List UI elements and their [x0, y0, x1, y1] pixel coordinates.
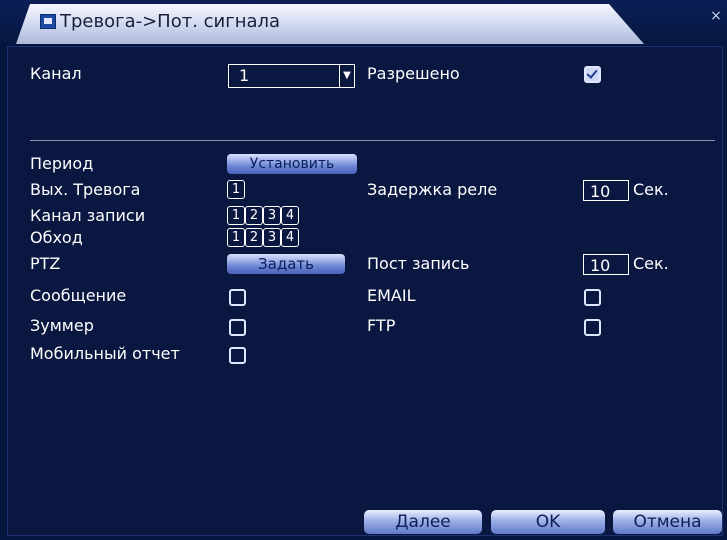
buzzer-checkbox[interactable]: [229, 319, 246, 336]
cancel-button[interactable]: Отмена: [613, 510, 722, 534]
tour-label: Обход: [30, 228, 83, 247]
ftp-checkbox[interactable]: [584, 319, 601, 336]
record-channel-label: Канал записи: [30, 206, 146, 225]
post-record-input[interactable]: 10: [583, 254, 629, 275]
mobile-report-label: Мобильный отчет: [30, 344, 180, 363]
record-channel-3[interactable]: 3: [263, 206, 281, 225]
advanced-button[interactable]: Далее: [364, 510, 482, 534]
message-checkbox[interactable]: [229, 289, 246, 306]
buzzer-label: Зуммер: [30, 316, 94, 335]
message-label: Сообщение: [30, 286, 127, 305]
email-checkbox[interactable]: [584, 289, 601, 306]
alarm-out-channel-1[interactable]: 1: [227, 180, 245, 199]
window-title: Тревога->Пот. сигнала: [60, 11, 281, 32]
tour-channel-3[interactable]: 3: [263, 228, 281, 247]
channel-select[interactable]: 1 ▼: [228, 64, 355, 88]
ftp-label: FTP: [367, 316, 396, 335]
relay-delay-unit: Сек.: [633, 180, 669, 199]
email-label: EMAIL: [367, 286, 416, 305]
channel-label: Канал: [30, 64, 82, 83]
period-label: Период: [30, 154, 94, 173]
title-bar: Тревога->Пот. сигнала ×: [0, 0, 727, 46]
tour-channel-1[interactable]: 1: [227, 228, 245, 247]
record-channel-2[interactable]: 2: [245, 206, 263, 225]
post-record-unit: Сек.: [633, 254, 669, 273]
enabled-label: Разрешено: [367, 64, 460, 83]
record-channel-1[interactable]: 1: [227, 206, 245, 225]
post-record-label: Пост запись: [367, 254, 470, 273]
alarm-out-label: Вых. Тревога: [30, 180, 141, 199]
window-icon: [40, 14, 56, 29]
close-icon[interactable]: ×: [706, 6, 726, 26]
mobile-report-checkbox[interactable]: [229, 347, 246, 364]
tour-channel-4[interactable]: 4: [281, 228, 299, 247]
record-channel-4[interactable]: 4: [281, 206, 299, 225]
divider: [30, 140, 715, 141]
period-set-button[interactable]: Установить: [227, 154, 357, 174]
ok-button[interactable]: OK: [491, 510, 605, 534]
ptz-label: PTZ: [30, 254, 61, 273]
tour-channel-2[interactable]: 2: [245, 228, 263, 247]
enabled-checkbox[interactable]: [584, 66, 601, 83]
channel-value: 1: [239, 66, 250, 85]
relay-delay-input[interactable]: 10: [583, 180, 629, 201]
chevron-down-icon[interactable]: ▼: [339, 65, 354, 87]
ptz-set-button[interactable]: Задать: [227, 254, 345, 274]
relay-delay-label: Задержка реле: [367, 180, 498, 199]
